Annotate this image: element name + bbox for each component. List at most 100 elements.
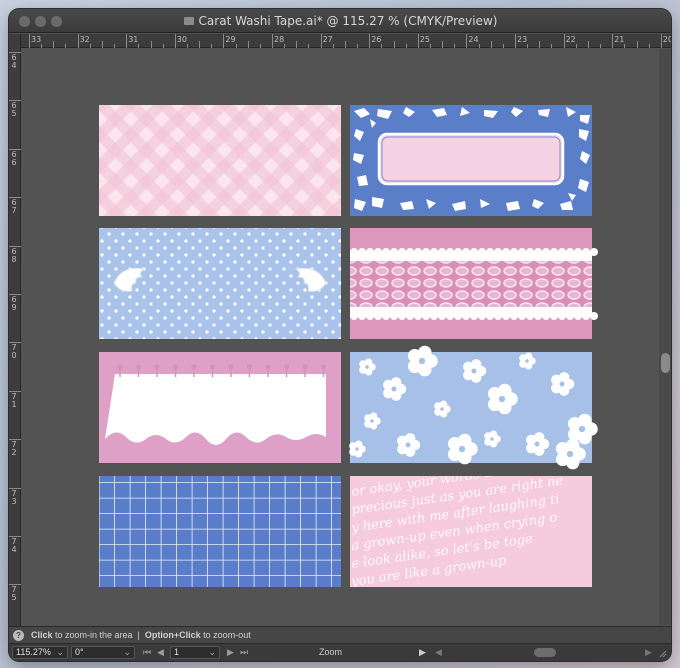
ruler-minor-tick <box>454 44 456 48</box>
ruler-tick <box>369 34 371 48</box>
click-hint: to zoom-in the area | <box>52 630 145 640</box>
ruler-label: 26 <box>371 35 382 44</box>
ruler-label: 72 <box>11 440 17 458</box>
ruler-minor-tick <box>344 41 346 48</box>
lace-scallop <box>510 248 518 256</box>
lace-scallop <box>526 248 534 256</box>
scroll-right-icon[interactable]: ▶ <box>645 646 652 659</box>
ruler-label: 27 <box>322 35 333 44</box>
notebook-hole <box>135 364 142 370</box>
ruler-label: 21 <box>614 35 625 44</box>
ruler-tick <box>223 34 225 48</box>
vertical-scrollbar[interactable] <box>659 49 671 625</box>
pink-lace-tape[interactable] <box>350 228 598 339</box>
blue-dots-wings-tape[interactable] <box>99 228 341 339</box>
lace-scallop <box>590 248 598 256</box>
lace-scallop <box>478 312 486 320</box>
ruler-minor-tick <box>53 41 55 48</box>
last-artboard-icon[interactable]: ⏭ <box>240 646 248 659</box>
pink-script-tape[interactable]: or okay, your words a re right wprecious… <box>349 456 592 590</box>
ruler-tick <box>126 34 128 48</box>
notebook-hole <box>320 364 327 370</box>
first-artboard-icon[interactable]: ⏮ <box>143 646 151 659</box>
ruler-minor-tick <box>138 44 140 48</box>
ruler-label: 24 <box>468 35 479 44</box>
pink-gingham-tape[interactable] <box>99 105 341 216</box>
zoom-level-value: 115.27% <box>16 647 51 657</box>
lace-scallop <box>414 248 422 256</box>
ruler-minor-tick <box>357 44 359 48</box>
blue-camo-label-tape[interactable] <box>350 105 592 216</box>
horizontal-ruler[interactable]: 33 32 31 30 29 28 27 26 25 24 23 22 21 20 <box>21 34 671 48</box>
document-icon <box>183 17 194 25</box>
ruler-label: 70 <box>11 343 17 361</box>
window-title: Carat Washi Tape.ai* @ 115.27 % (CMYK/Pr… <box>9 14 671 28</box>
lace-scallop <box>590 312 598 320</box>
lace-scallop <box>494 312 502 320</box>
artboard-dropdown-chevron-icon[interactable]: ⌄ <box>208 647 216 658</box>
ruler-tick <box>174 34 176 48</box>
ruler-minor-tick <box>186 44 188 48</box>
lace-scallop <box>462 248 470 256</box>
notebook-hole <box>191 364 197 370</box>
lace-scallop <box>398 248 406 256</box>
ruler-minor-tick <box>478 44 480 48</box>
lace-scallop <box>470 248 478 256</box>
lace-scallop <box>358 248 366 256</box>
ruler-label: 32 <box>79 35 90 44</box>
status-menu-arrow-icon[interactable]: ▶ <box>419 646 426 659</box>
ruler-tick <box>77 34 79 48</box>
ruler-minor-tick <box>551 44 553 48</box>
blue-floral-tape[interactable] <box>349 345 598 470</box>
ruler-label: 74 <box>11 537 17 554</box>
blue-grid-tape[interactable] <box>99 476 341 587</box>
ruler-minor-tick <box>587 41 589 48</box>
click-label: Click <box>31 630 53 640</box>
ruler-label: 75 <box>11 585 17 603</box>
ruler-tick <box>466 34 468 48</box>
lace-scallop <box>382 248 390 256</box>
help-icon[interactable]: ? <box>13 630 24 641</box>
lace-scallop <box>430 312 438 320</box>
lace-scallop <box>582 248 590 256</box>
scroll-left-icon[interactable]: ◀ <box>435 646 442 659</box>
artboard-canvas[interactable]: or okay, your words a re right w precious… <box>22 49 659 625</box>
status-bar: ? Click to zoom-in the area | Option+Cli… <box>9 626 671 643</box>
ruler-minor-tick <box>539 41 541 48</box>
ruler-label: 25 <box>419 35 430 44</box>
ruler-label: 33 <box>31 35 42 44</box>
horizontal-scroll-thumb[interactable] <box>534 648 556 657</box>
ruler-label: 71 <box>11 391 17 409</box>
ruler-minor-tick <box>636 41 638 48</box>
lace-scallop <box>582 312 590 320</box>
ruler-minor-tick <box>101 41 103 48</box>
lace-scallop <box>446 312 454 320</box>
lace-scallop <box>558 312 566 320</box>
lace-scallop <box>558 248 566 256</box>
next-artboard-icon[interactable]: ▶ <box>227 646 234 659</box>
notebook-hole <box>246 364 253 370</box>
previous-artboard-icon[interactable]: ◀ <box>157 646 164 659</box>
lace-scallop <box>398 312 406 320</box>
ruler-label: 65 <box>11 101 17 119</box>
title-bar[interactable]: Carat Washi Tape.ai* @ 115.27 % (CMYK/Pr… <box>9 9 671 33</box>
lace-scallop <box>454 312 462 320</box>
lace-scallop <box>462 312 470 320</box>
rotation-dropdown-chevron-icon[interactable]: ⌄ <box>123 647 131 658</box>
resize-grip-icon[interactable] <box>657 648 667 658</box>
rotation-field[interactable]: 0° ⌄ <box>71 646 135 659</box>
ruler-tick <box>29 34 30 48</box>
zoom-level-field[interactable]: 115.27% ⌄ <box>12 646 68 659</box>
zoom-dropdown-chevron-icon[interactable]: ⌄ <box>56 647 64 658</box>
vertical-ruler[interactable]: 64 65 66 67 68 69 70 71 72 73 74 75 <box>9 34 21 626</box>
ruler-minor-tick <box>296 41 298 48</box>
artboard-number-field[interactable]: 1 ⌄ <box>170 646 220 659</box>
vertical-scroll-thumb[interactable] <box>661 353 670 373</box>
ruler-minor-tick <box>247 41 249 48</box>
notebook-hole <box>209 364 216 370</box>
pink-notepaper-tape[interactable] <box>99 352 341 463</box>
lace-scallop <box>518 312 526 320</box>
lace-scallop <box>422 312 430 320</box>
ruler-minor-tick <box>235 44 237 48</box>
rotation-value: 0° <box>75 647 84 657</box>
